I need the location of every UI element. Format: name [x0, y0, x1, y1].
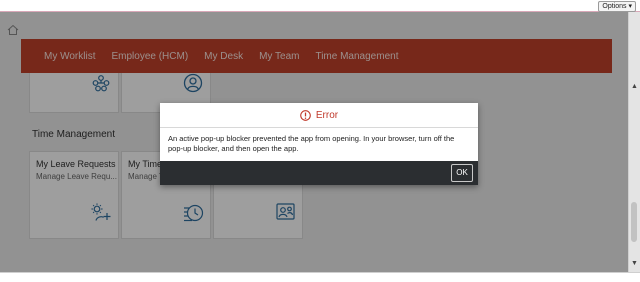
vertical-scrollbar[interactable]: ▲ ▼	[628, 12, 640, 272]
scroll-down-arrow-icon[interactable]: ▼	[630, 259, 639, 268]
browser-top-bar: Options ▾	[0, 0, 640, 12]
dialog-header: Error	[160, 103, 478, 128]
error-icon	[300, 109, 311, 121]
options-button[interactable]: Options ▾	[598, 1, 636, 12]
scroll-thumb[interactable]	[631, 202, 637, 242]
dialog-footer: OK	[160, 161, 478, 185]
ok-button[interactable]: OK	[451, 164, 473, 182]
dialog-title: Error	[315, 109, 339, 121]
dialog-message: An active pop-up blocker prevented the a…	[168, 134, 455, 153]
scroll-up-arrow-icon[interactable]: ▲	[630, 82, 639, 91]
error-dialog: Error An active pop-up blocker prevented…	[160, 103, 478, 185]
